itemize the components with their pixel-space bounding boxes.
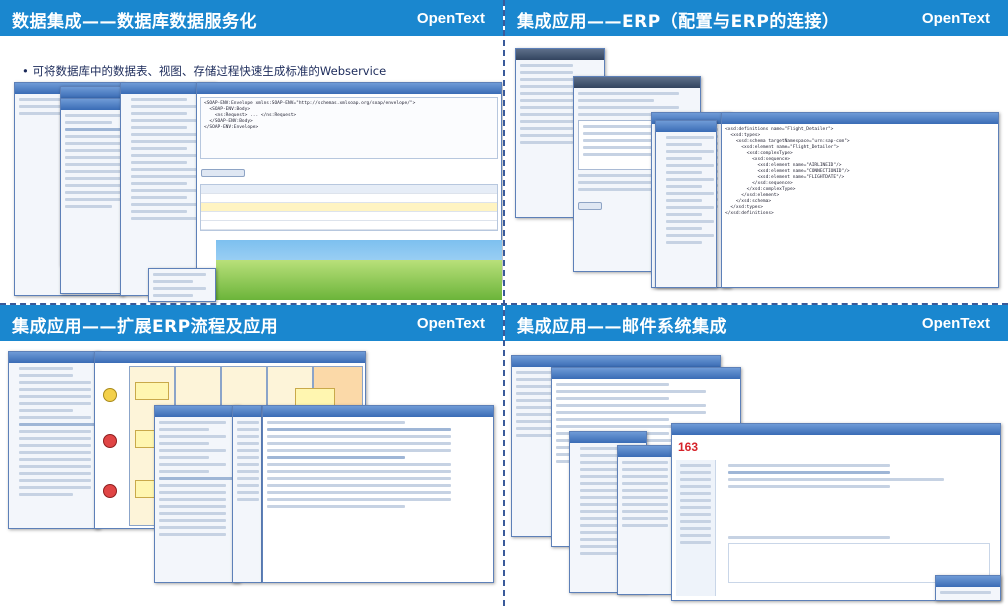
desktop-background	[216, 240, 502, 300]
slide-grid: 数据集成——数据库数据服务化 OpenText • 可将数据库中的数据表、视图、…	[0, 0, 1008, 606]
quadrant-erp-connection: 集成应用——ERP（配置与ERP的连接） OpenText <xsd:defin…	[505, 0, 1008, 303]
quadrant-title: 集成应用——邮件系统集成	[517, 317, 727, 337]
quadrant-erp-process: 集成应用——扩展ERP流程及应用 OpenText	[0, 305, 503, 606]
context-menu	[148, 268, 216, 302]
quadrant-header: 集成应用——邮件系统集成 OpenText	[505, 305, 1008, 341]
quadrant-header: 集成应用——ERP（配置与ERP的连接） OpenText	[505, 0, 1008, 36]
toolbox-window	[232, 405, 262, 583]
quadrant-title: 集成应用——ERP（配置与ERP的连接）	[517, 12, 840, 32]
quadrant-mail-integration: 集成应用——邮件系统集成 OpenText 163	[505, 305, 1008, 606]
form-designer-window	[262, 405, 494, 583]
business-model-tree-window	[154, 405, 240, 583]
list-window	[617, 445, 677, 595]
xml-definition-window: <xsd:definitions name="Flight_Detailer">…	[721, 112, 999, 288]
quadrant-title: 集成应用——扩展ERP流程及应用	[12, 317, 279, 337]
tree-window	[655, 120, 717, 288]
quadrant-database-service: 数据集成——数据库数据服务化 OpenText • 可将数据库中的数据表、视图、…	[0, 0, 503, 303]
opentext-logo: OpenText	[921, 315, 990, 332]
quadrant-header: 集成应用——扩展ERP流程及应用 OpenText	[0, 305, 503, 341]
notification-popup	[935, 575, 1001, 601]
opentext-logo: OpenText	[416, 10, 485, 27]
opentext-logo: OpenText	[416, 315, 485, 332]
horizontal-divider	[0, 303, 1008, 305]
mail-logo: 163	[678, 440, 699, 454]
bullet-text: • 可将数据库中的数据表、视图、存储过程快速生成标准的Webservice	[22, 64, 387, 78]
quadrant-header: 数据集成——数据库数据服务化 OpenText	[0, 0, 503, 36]
model-tree-window	[8, 351, 100, 529]
quadrant-title: 数据集成——数据库数据服务化	[12, 12, 257, 32]
opentext-logo: OpenText	[921, 10, 990, 27]
